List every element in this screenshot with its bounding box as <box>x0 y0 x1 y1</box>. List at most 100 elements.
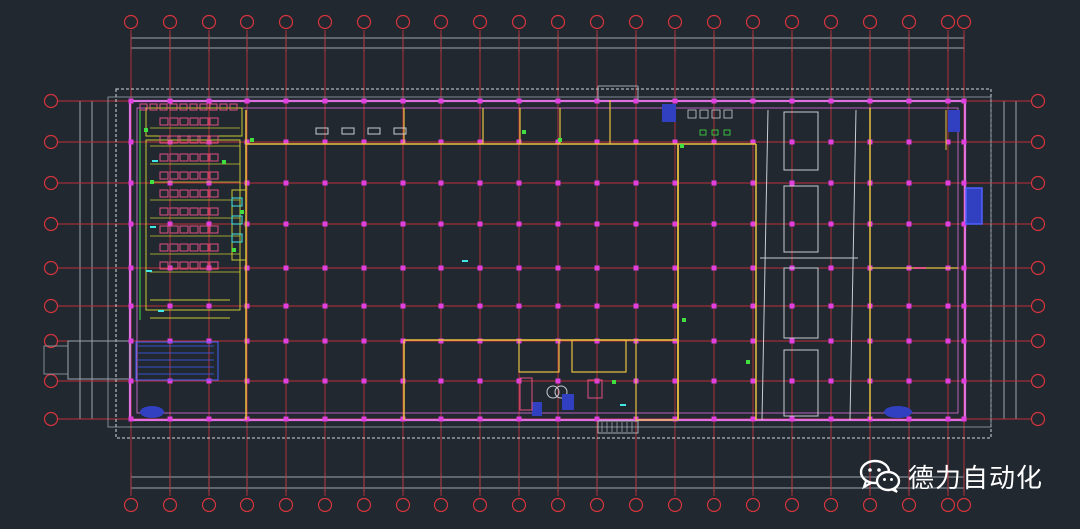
column <box>906 338 912 344</box>
column <box>789 139 795 145</box>
workstation-desk <box>209 225 219 234</box>
column <box>711 378 717 384</box>
axis-bubble-left <box>43 411 59 427</box>
equipment-box <box>711 129 719 136</box>
column <box>906 221 912 227</box>
column <box>906 416 912 422</box>
workstation-desk <box>159 153 169 162</box>
column <box>322 265 328 271</box>
workstation-desk <box>159 103 168 111</box>
equipment-unit <box>948 110 960 132</box>
office-zone <box>145 139 241 311</box>
workstation-desk <box>169 103 178 111</box>
column <box>283 221 289 227</box>
column <box>400 180 406 186</box>
green-marker <box>558 138 562 142</box>
column <box>477 221 483 227</box>
small-room <box>635 339 679 421</box>
green-marker <box>746 360 750 364</box>
green-marker <box>232 248 236 252</box>
column <box>961 303 967 309</box>
column <box>672 180 678 186</box>
axis-bubble-top <box>162 14 178 30</box>
axis-bubble-top <box>472 14 488 30</box>
column <box>945 221 951 227</box>
column <box>128 416 134 422</box>
axis-bubble-top <box>628 14 644 30</box>
column <box>477 180 483 186</box>
column <box>594 221 600 227</box>
column <box>283 338 289 344</box>
column <box>400 303 406 309</box>
axis-bubble-bottom <box>745 497 761 513</box>
workstation-desk <box>179 103 188 111</box>
workstation-desk <box>169 225 179 234</box>
column <box>128 139 134 145</box>
column <box>128 265 134 271</box>
green-marker <box>680 144 684 148</box>
column <box>711 221 717 227</box>
axis-bubble-bottom <box>550 497 566 513</box>
column <box>828 338 834 344</box>
workstation-desk <box>149 103 158 111</box>
column <box>945 378 951 384</box>
workstation-desk <box>189 225 199 234</box>
column <box>867 98 873 104</box>
axis-bubble-top <box>823 14 839 30</box>
column <box>750 98 756 104</box>
workstation-desk <box>199 225 209 234</box>
workstation-desk <box>219 103 228 111</box>
column <box>206 416 212 422</box>
column <box>244 98 250 104</box>
column <box>516 378 522 384</box>
axis-bubble-bottom <box>511 497 527 513</box>
workstation-desk <box>189 243 199 252</box>
workstation-desk <box>189 207 199 216</box>
column <box>828 265 834 271</box>
ramp-edge-right <box>849 109 857 421</box>
workstation-desk <box>209 243 219 252</box>
axis-bubble-top <box>356 14 372 30</box>
workstation-desk <box>179 171 189 180</box>
column <box>477 416 483 422</box>
column <box>828 98 834 104</box>
workstation-desk <box>169 117 179 126</box>
column <box>516 98 522 104</box>
column <box>167 416 173 422</box>
equipment-box <box>711 109 721 119</box>
workstation-desk <box>199 171 209 180</box>
column <box>400 221 406 227</box>
axis-bubble-bottom <box>901 497 917 513</box>
column <box>516 416 522 422</box>
column <box>438 221 444 227</box>
workstation-desk <box>189 189 199 198</box>
column <box>711 416 717 422</box>
column <box>711 303 717 309</box>
cyan-marker <box>146 270 152 272</box>
axis-bubble-right <box>1030 260 1046 276</box>
column <box>750 378 756 384</box>
column <box>594 98 600 104</box>
axis-bubble-top <box>706 14 722 30</box>
column <box>945 303 951 309</box>
workstation-desk <box>169 243 179 252</box>
equipment-box <box>723 129 731 136</box>
equipment-box <box>699 129 707 136</box>
axis-bubble-top <box>395 14 411 30</box>
column <box>750 416 756 422</box>
column <box>438 416 444 422</box>
axis-bubble-bottom <box>667 497 683 513</box>
column <box>945 98 951 104</box>
equipment-pad <box>140 406 164 418</box>
column <box>906 378 912 384</box>
workstation-desk <box>159 117 169 126</box>
column <box>945 338 951 344</box>
column <box>750 221 756 227</box>
ramp-bay <box>783 185 819 253</box>
column <box>206 303 212 309</box>
column <box>672 303 678 309</box>
column <box>361 98 367 104</box>
column <box>906 180 912 186</box>
workstation-desk <box>209 189 219 198</box>
column <box>516 265 522 271</box>
